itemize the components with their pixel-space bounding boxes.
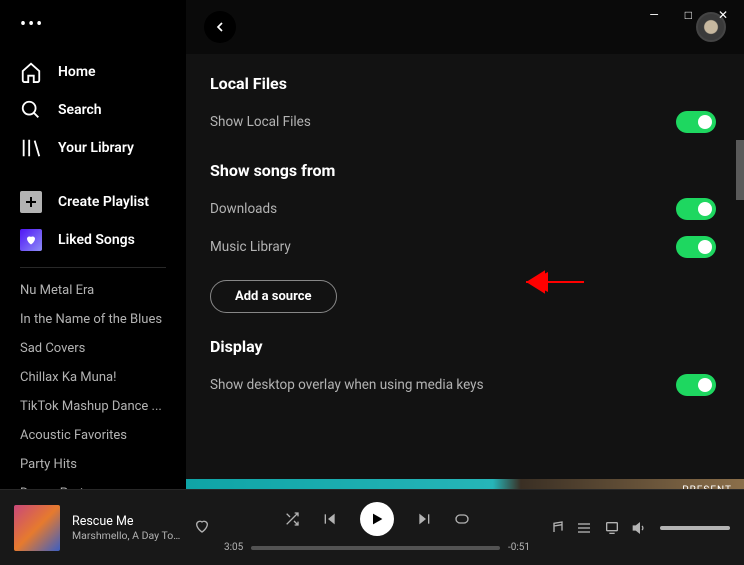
row-desktop-overlay: Show desktop overlay when using media ke… xyxy=(210,370,716,400)
devices-icon[interactable] xyxy=(604,520,620,536)
toggle-downloads[interactable] xyxy=(676,198,716,220)
nav-label: Home xyxy=(58,64,96,80)
settings-content: Local Files Show Local Files Show songs … xyxy=(186,54,744,479)
row-label: Show Local Files xyxy=(210,114,311,130)
row-label: Show desktop overlay when using media ke… xyxy=(210,377,484,393)
row-label: Downloads xyxy=(210,201,277,217)
library-icon xyxy=(20,137,42,159)
play-button[interactable] xyxy=(360,502,394,536)
playlist-item[interactable]: Nu Metal Era xyxy=(0,276,186,305)
home-icon xyxy=(20,61,42,83)
section-title: Local Files xyxy=(210,74,716,93)
row-downloads: Downloads xyxy=(210,194,716,224)
volume-bar[interactable] xyxy=(660,526,730,530)
window-maximize-icon[interactable]: □ xyxy=(685,8,692,22)
scrollbar[interactable] xyxy=(736,140,744,200)
like-button[interactable] xyxy=(194,518,210,538)
nav-search[interactable]: Search xyxy=(0,91,186,129)
nav-label: Search xyxy=(58,102,102,118)
player-bar: Rescue Me Marshmello, A Day To Re 3:05 -… xyxy=(0,489,744,565)
section-display: Display Show desktop overlay when using … xyxy=(210,337,716,400)
shuffle-icon[interactable] xyxy=(284,511,300,527)
main-panel: Local Files Show Local Files Show songs … xyxy=(186,0,744,565)
toggle-music-library[interactable] xyxy=(676,236,716,258)
search-icon xyxy=(20,99,42,121)
section-local-files: Local Files Show Local Files xyxy=(210,74,716,137)
plus-icon xyxy=(20,191,42,213)
playlist-item[interactable]: Acoustic Favorites xyxy=(0,421,186,450)
window-controls: — □ ✕ xyxy=(633,0,744,30)
back-button[interactable] xyxy=(204,11,236,43)
toggle-desktop-overlay[interactable] xyxy=(676,374,716,396)
playlist-item[interactable]: Party Hits xyxy=(0,450,186,479)
track-artist[interactable]: Marshmello, A Day To Re xyxy=(72,529,182,542)
add-source-button[interactable]: Add a source xyxy=(210,280,337,313)
nav-label: Your Library xyxy=(58,140,134,156)
section-show-songs: Show songs from Downloads Music Library … xyxy=(210,161,716,313)
album-cover[interactable] xyxy=(14,505,60,551)
queue-icon[interactable] xyxy=(576,520,592,536)
playlist-item[interactable]: Chillax Ka Muna! xyxy=(0,363,186,392)
repeat-icon[interactable] xyxy=(454,511,470,527)
create-playlist[interactable]: Create Playlist xyxy=(0,183,186,221)
section-title: Show songs from xyxy=(210,161,716,180)
nav-label: Create Playlist xyxy=(58,194,149,210)
row-show-local-files: Show Local Files xyxy=(210,107,716,137)
playlist-item[interactable]: Sad Covers xyxy=(0,334,186,363)
nav-library[interactable]: Your Library xyxy=(0,129,186,167)
heart-icon xyxy=(20,229,42,251)
window-close-icon[interactable]: ✕ xyxy=(718,8,728,22)
sidebar: ••• Home Search Your Library Create Play… xyxy=(0,0,186,565)
liked-songs[interactable]: Liked Songs xyxy=(0,221,186,259)
row-label: Music Library xyxy=(210,239,291,255)
track-title[interactable]: Rescue Me xyxy=(72,514,182,529)
playlist-item[interactable]: In the Name of the Blues xyxy=(0,305,186,334)
section-title: Display xyxy=(210,337,716,356)
time-elapsed: 3:05 xyxy=(224,542,243,553)
nav-home[interactable]: Home xyxy=(0,53,186,91)
volume-icon[interactable] xyxy=(632,520,648,536)
next-icon[interactable] xyxy=(416,511,432,527)
menu-dots-icon[interactable]: ••• xyxy=(0,10,186,47)
time-remaining: -0:51 xyxy=(508,542,530,553)
playlist-item[interactable]: TikTok Mashup Dance ... xyxy=(0,392,186,421)
row-music-library: Music Library xyxy=(210,232,716,262)
divider xyxy=(20,267,166,268)
toggle-show-local-files[interactable] xyxy=(676,111,716,133)
window-minimize-icon[interactable]: — xyxy=(649,8,658,22)
progress-bar[interactable] xyxy=(251,546,500,550)
nav-label: Liked Songs xyxy=(58,232,135,248)
previous-icon[interactable] xyxy=(322,511,338,527)
lyrics-icon[interactable] xyxy=(548,520,564,536)
